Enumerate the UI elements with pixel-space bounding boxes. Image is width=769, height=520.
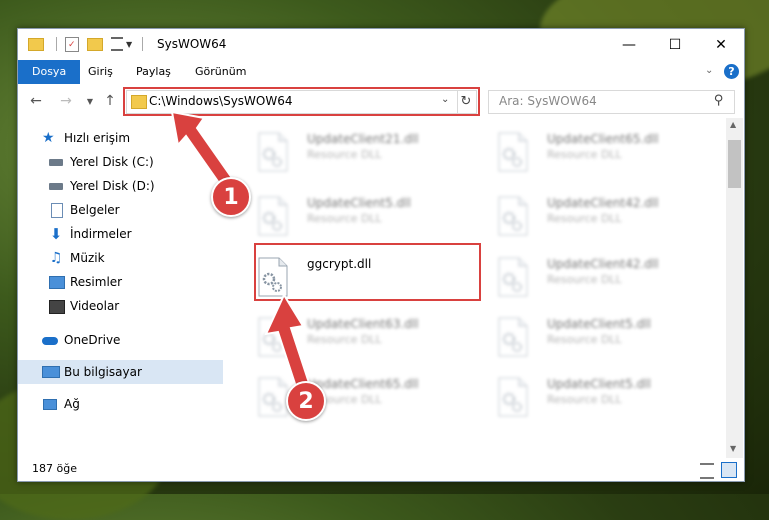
address-highlight <box>123 87 480 116</box>
file-tile[interactable]: UpdateClient5.dll Resource DLL <box>485 311 695 361</box>
help-icon[interactable]: ? <box>724 64 739 79</box>
scroll-thumb[interactable] <box>728 140 741 188</box>
file-name: UpdateClient5.dll <box>547 317 651 331</box>
nav-item-drive-d[interactable]: Yerel Disk (D:) 📌 <box>18 174 241 198</box>
file-highlight <box>254 243 481 301</box>
tab-view[interactable]: Görünüm <box>185 60 256 84</box>
nav-onedrive[interactable]: OneDrive <box>18 328 235 352</box>
dll-file-icon <box>495 196 529 236</box>
drive-icon <box>48 178 64 194</box>
details-view-icon[interactable] <box>700 463 714 479</box>
scroll-up-arrow[interactable]: ▲ <box>730 120 736 129</box>
pictures-icon <box>48 274 65 290</box>
tab-share[interactable]: Paylaş <box>126 60 181 84</box>
callout-2: 2 <box>286 381 326 421</box>
dll-file-icon <box>495 132 529 172</box>
search-placeholder: Ara: SysWOW64 <box>499 94 597 108</box>
file-tile[interactable]: UpdateClient21.dll Resource DLL <box>245 126 455 176</box>
file-tile[interactable]: UpdateClient5.dll Resource DLL <box>245 190 455 240</box>
tab-file[interactable]: Dosya <box>18 60 81 84</box>
file-description: Resource DLL <box>307 333 382 346</box>
search-icon[interactable]: ⚲ <box>714 93 724 108</box>
dll-file-icon <box>255 196 289 236</box>
customize-icon[interactable] <box>111 37 123 51</box>
status-bar: 187 öğe <box>18 458 744 481</box>
file-description: Resource DLL <box>547 393 622 406</box>
file-name: UpdateClient42.dll <box>547 196 659 210</box>
title-bar: ✓ ▼ SysWOW64 — ☐ ✕ <box>18 29 744 60</box>
navigation-pane: ★ Hızlı erişim Yerel Disk (C:) 📌 Yerel D… <box>18 118 235 458</box>
file-description: Resource DLL <box>547 212 622 225</box>
new-folder-icon[interactable] <box>87 37 103 51</box>
dll-file-icon <box>495 257 529 297</box>
explorer-window: ✓ ▼ SysWOW64 — ☐ ✕ Dosya Giriş Paylaş Gö… <box>17 28 745 482</box>
nav-item-documents[interactable]: Belgeler 📌 <box>18 198 241 222</box>
up-button[interactable]: ↑ <box>100 91 120 111</box>
close-button[interactable]: ✕ <box>698 29 744 60</box>
file-description: Resource DLL <box>307 212 382 225</box>
computer-icon <box>42 364 60 380</box>
file-name: UpdateClient5.dll <box>547 377 651 391</box>
callout-1: 1 <box>211 177 251 217</box>
file-tile[interactable]: UpdateClient65.dll Resource DLL <box>485 126 695 176</box>
ribbon-tabs: Dosya Giriş Paylaş Görünüm ⌄ ? <box>18 60 744 85</box>
nav-this-pc[interactable]: Bu bilgisayar <box>18 360 235 384</box>
expand-ribbon-icon[interactable]: ⌄ <box>705 65 713 76</box>
nav-item-drive-c[interactable]: Yerel Disk (C:) 📌 <box>18 150 241 174</box>
vertical-scrollbar[interactable]: ▲ ▼ <box>726 118 743 458</box>
nav-item-videos[interactable]: Videolar 📌 <box>18 294 241 318</box>
dll-file-icon <box>255 132 289 172</box>
nav-item-music[interactable]: ♫ Müzik 📌 <box>18 246 241 270</box>
file-name: UpdateClient21.dll <box>307 132 419 146</box>
music-icon: ♫ <box>49 250 63 266</box>
search-input[interactable]: Ara: SysWOW64 ⚲ <box>488 90 735 114</box>
item-count: 187 öğe <box>32 462 77 475</box>
star-icon: ★ <box>42 130 55 146</box>
file-description: Resource DLL <box>547 148 622 161</box>
file-tile[interactable]: UpdateClient65.dll Resource DLL <box>245 371 455 421</box>
scroll-down-arrow[interactable]: ▼ <box>730 444 736 453</box>
maximize-button[interactable]: ☐ <box>652 29 698 60</box>
recent-locations-button[interactable]: ▼ <box>80 91 100 111</box>
drive-icon <box>48 154 64 170</box>
nav-quick-access[interactable]: ★ Hızlı erişim <box>18 126 235 150</box>
file-tile[interactable]: UpdateClient42.dll Resource DLL <box>485 190 695 240</box>
nav-item-pictures[interactable]: Resimler 📌 <box>18 270 241 294</box>
file-name: UpdateClient65.dll <box>547 132 659 146</box>
forward-button[interactable]: → <box>56 91 76 111</box>
nav-item-downloads[interactable]: ⬇ İndirmeler 📌 <box>18 222 241 246</box>
file-name: UpdateClient42.dll <box>547 257 659 271</box>
folder-icon[interactable] <box>28 37 44 51</box>
file-description: Resource DLL <box>547 333 622 346</box>
dll-file-icon <box>495 377 529 417</box>
tab-home[interactable]: Giriş <box>78 60 123 84</box>
nav-network[interactable]: Ağ <box>18 392 235 416</box>
documents-icon <box>48 202 64 218</box>
window-title: SysWOW64 <box>157 37 227 51</box>
dll-file-icon <box>255 317 289 357</box>
separator <box>56 37 57 51</box>
dll-file-icon <box>495 317 529 357</box>
file-name: UpdateClient5.dll <box>307 196 411 210</box>
file-name: UpdateClient63.dll <box>307 317 419 331</box>
properties-icon[interactable]: ✓ <box>65 36 79 52</box>
file-tile[interactable]: UpdateClient63.dll Resource DLL <box>245 311 455 361</box>
dll-file-icon <box>255 377 289 417</box>
cloud-icon <box>42 332 58 348</box>
file-name: UpdateClient65.dll <box>307 377 419 391</box>
chevron-down-icon[interactable]: ▼ <box>126 40 132 49</box>
address-row: ← → ▼ ↑ C:\Windows\SysWOW64 ⌄ ↻ Ara: Sys… <box>18 84 744 118</box>
network-icon <box>42 396 58 412</box>
quick-access-toolbar: ✓ ▼ <box>28 35 149 53</box>
back-button[interactable]: ← <box>26 91 46 111</box>
file-description: Resource DLL <box>307 148 382 161</box>
videos-icon <box>48 298 65 314</box>
tiles-view-icon[interactable] <box>721 462 737 478</box>
minimize-button[interactable]: — <box>606 29 652 60</box>
file-description: Resource DLL <box>547 273 622 286</box>
file-tile[interactable]: UpdateClient42.dll Resource DLL <box>485 251 695 301</box>
download-icon: ⬇ <box>49 225 63 243</box>
file-tile[interactable]: UpdateClient5.dll Resource DLL <box>485 371 695 421</box>
separator <box>142 37 144 51</box>
